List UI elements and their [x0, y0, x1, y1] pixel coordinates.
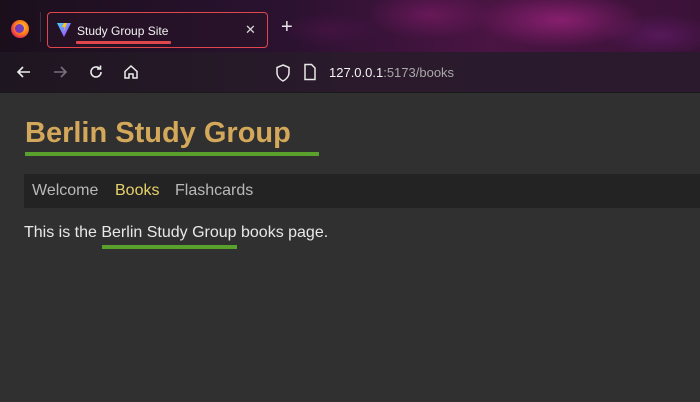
nav-link-welcome[interactable]: Welcome — [32, 182, 98, 200]
close-icon[interactable]: ✕ — [245, 22, 256, 38]
page-content: Berlin Study Group Welcome Books Flashca… — [0, 93, 700, 402]
vite-icon — [57, 23, 71, 37]
tab-separator — [40, 12, 41, 42]
nav-link-books[interactable]: Books — [115, 182, 159, 200]
shield-icon[interactable] — [274, 63, 292, 83]
arrow-left-icon — [16, 66, 30, 78]
description-prefix: This is the — [24, 224, 102, 241]
url-field[interactable]: 127.0.0.1:5173/books — [329, 65, 454, 80]
description-suffix: books page. — [236, 224, 329, 241]
site-title-underline — [25, 152, 319, 156]
arrow-right-icon — [54, 66, 68, 78]
home-icon — [124, 64, 138, 79]
reload-icon — [90, 65, 102, 78]
highlight-underline — [102, 245, 237, 249]
new-tab-button[interactable]: + — [281, 17, 293, 37]
description-highlight: Berlin Study Group — [101, 224, 237, 241]
tab-title-underline — [76, 41, 171, 44]
forward-button[interactable] — [50, 63, 70, 83]
site-title: Berlin Study Group — [25, 117, 291, 149]
page-icon — [304, 63, 316, 81]
nav-link-flashcards[interactable]: Flashcards — [175, 182, 253, 200]
url-host: 127.0.0.1 — [329, 65, 384, 80]
navigation-toolbar: 127.0.0.1:5173/books — [0, 52, 700, 93]
firefox-icon[interactable] — [11, 20, 29, 38]
url-path: :5173/books — [383, 65, 455, 80]
site-nav: Welcome Books Flashcards — [24, 174, 700, 208]
reload-button[interactable] — [86, 63, 106, 83]
tab-title: Study Group Site — [77, 24, 169, 38]
tab-bar: Study Group Site ✕ + — [0, 0, 700, 52]
back-button[interactable] — [14, 63, 34, 83]
page-description: This is the Berlin Study Group books pag… — [24, 224, 328, 242]
home-button[interactable] — [121, 63, 141, 83]
tab-study-group-site[interactable]: Study Group Site ✕ — [47, 12, 268, 48]
